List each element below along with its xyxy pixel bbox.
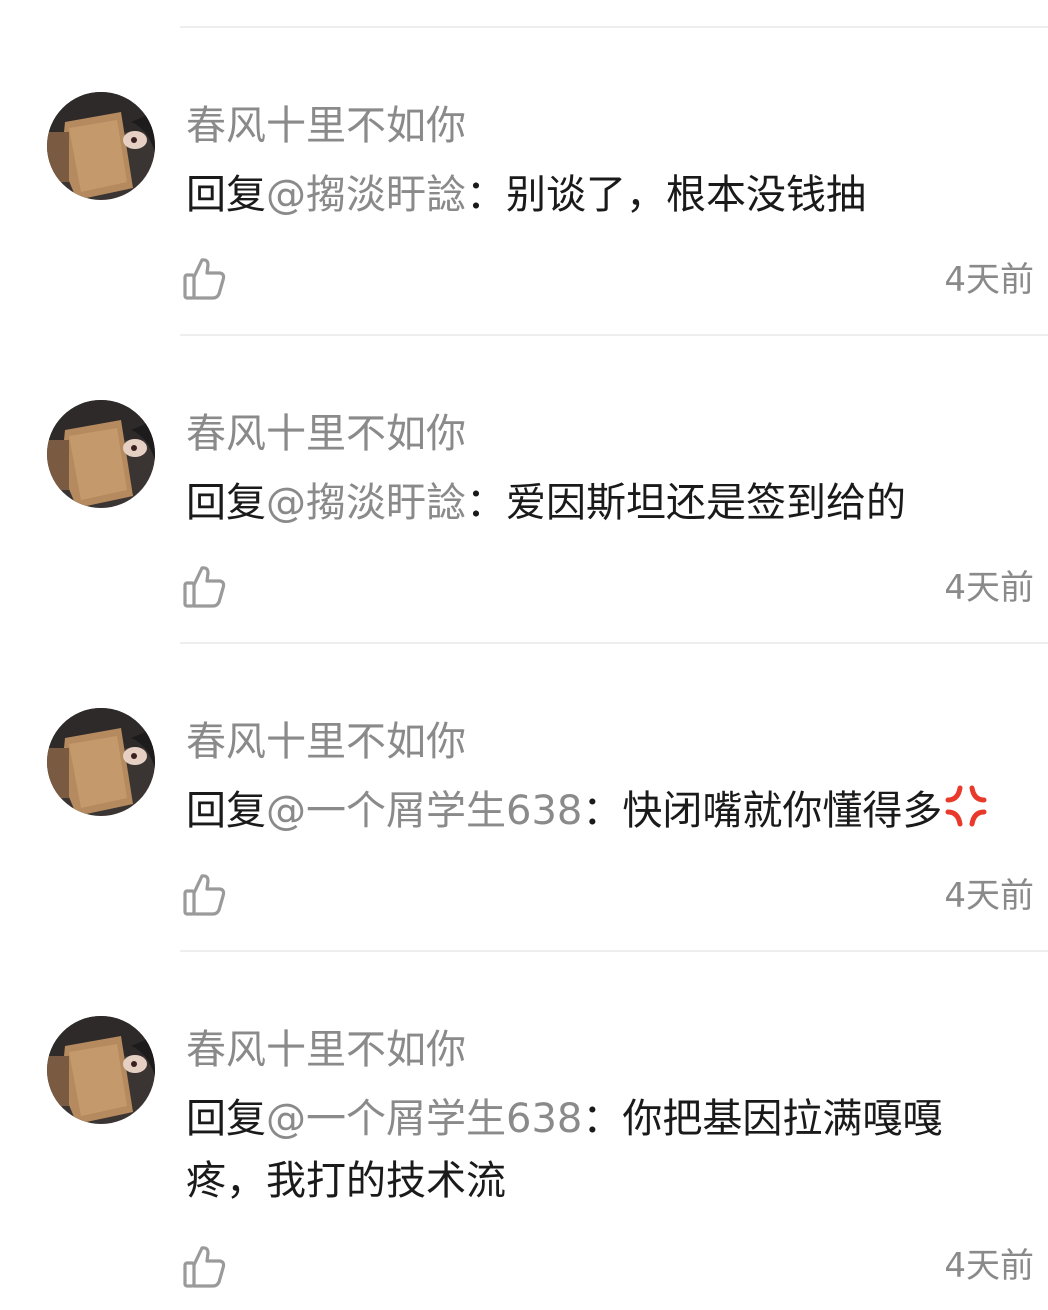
divider [180,950,1048,952]
separator: ： [582,788,623,834]
comment-text: 回复@一个屑学生638：你把基因拉满嘎嘎疼，我打的技术流 [186,1088,986,1212]
avatar[interactable] [47,400,155,508]
reply-prefix: 回复 [186,172,266,218]
comment-text: 回复@搊淡盱諗：别谈了，根本没钱抽 [186,164,1036,226]
avatar[interactable] [47,1016,155,1124]
comment-content: 快闭嘴就你懂得多 [622,788,943,834]
divider [180,642,1048,644]
thumbs-up-icon [183,258,226,300]
mention-link[interactable]: @搊淡盱諗 [266,480,466,526]
comment-content: 爱因斯坦还是签到给的 [506,480,906,526]
reply-prefix: 回复 [186,480,266,526]
anger-emoji-icon [945,785,987,827]
timestamp: 4天前 [944,260,1034,300]
username[interactable]: 春风十里不如你 [186,1022,466,1078]
avatar[interactable] [47,708,155,816]
avatar[interactable] [47,92,155,200]
mention-link[interactable]: @一个屑学生638 [266,1096,582,1142]
timestamp: 4天前 [944,568,1034,608]
like-button[interactable] [180,562,228,610]
reply-prefix: 回复 [186,1096,266,1142]
thumbs-up-icon [183,1246,226,1288]
like-button[interactable] [180,1242,228,1290]
reply-prefix: 回复 [186,788,266,834]
like-button[interactable] [180,254,228,302]
divider [180,26,1048,28]
username[interactable]: 春风十里不如你 [186,714,466,770]
timestamp: 4天前 [944,876,1034,916]
separator: ： [466,480,506,526]
username[interactable]: 春风十里不如你 [186,98,466,154]
comment-text: 回复@搊淡盱諗：爱因斯坦还是签到给的 [186,472,1036,534]
divider [180,334,1048,336]
thumbs-up-icon [183,874,226,916]
mention-link[interactable]: @一个屑学生638 [266,788,582,834]
separator: ： [466,172,506,218]
mention-link[interactable]: @搊淡盱諗 [266,172,466,218]
comment-text: 回复@一个屑学生638：快闭嘴就你懂得多 [186,780,1036,842]
timestamp: 4天前 [944,1246,1034,1286]
username[interactable]: 春风十里不如你 [186,406,466,462]
like-button[interactable] [180,870,228,918]
comment-content: 别谈了，根本没钱抽 [506,172,866,218]
thumbs-up-icon [183,566,226,608]
separator: ： [582,1096,623,1142]
